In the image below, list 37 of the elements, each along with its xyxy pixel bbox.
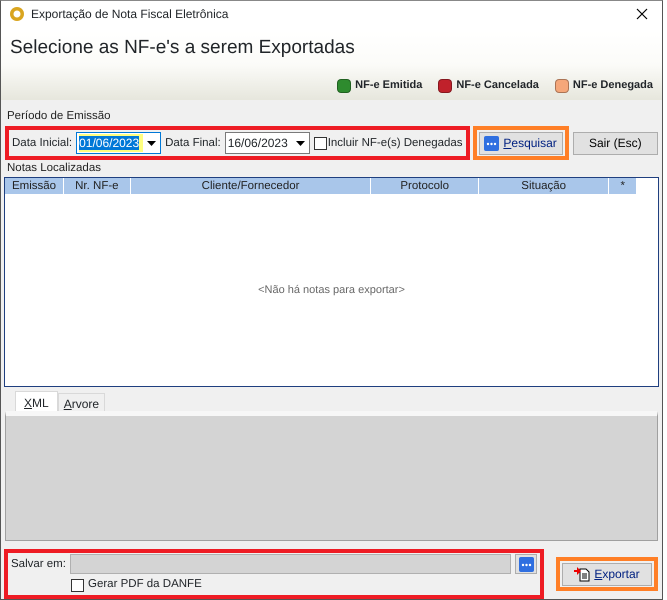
empty-message: <Não há notas para exportar> [258,283,405,298]
field-label: Data Final: [165,136,221,151]
column-header[interactable]: Situação [478,178,610,194]
checkbox[interactable] [71,578,84,592]
path-field[interactable] [70,554,511,574]
app-logo-icon [9,6,25,22]
export-document-icon [574,566,590,582]
export-button[interactable]: Exportar [562,562,652,586]
field-label: Data Inicial: [12,136,72,151]
legend-label: NF-e Denegada [572,78,653,94]
window-title: Exportação de Nota Fiscal Eletrônica [31,6,230,24]
tab[interactable]: XML [15,391,58,412]
exit-button[interactable]: Sair (Esc) [572,132,658,155]
browse-button[interactable] [515,554,537,574]
page-title: Selecione as NF-e's a serem Exportadas [10,36,356,60]
field-label: Salvar em: [11,556,66,572]
tab[interactable]: Arvore [58,393,106,412]
ellipsis-icon [518,556,534,572]
checkbox[interactable] [314,136,327,150]
legend-label: NF-e Emitida [355,78,422,94]
group-label: Notas Localizadas [6,161,102,176]
date-field[interactable]: 01/06/2023 [76,132,162,154]
search-button[interactable]: Pesquisar [478,132,563,155]
close-icon[interactable] [636,8,648,20]
column-header[interactable]: * [609,178,637,194]
dropdown-caret-icon [147,140,156,146]
legend-label: NF-e Cancelada [456,78,539,94]
group-label: Período de Emissão [6,108,112,124]
column-header[interactable]: Protocolo [371,178,479,194]
dropdown-caret-icon [296,140,305,146]
checkbox-label: Gerar PDF da DANFE [88,577,202,592]
checkbox-label: Incluir NF-e(s) Denegadas [328,136,463,151]
column-header[interactable]: Cliente/Fornecedor [130,178,372,194]
ellipsis-icon [484,136,500,151]
date-field[interactable]: 16/06/2023 [224,132,310,154]
column-header[interactable]: Emissão [5,178,64,194]
column-header[interactable]: Nr. NF-e [64,178,131,194]
